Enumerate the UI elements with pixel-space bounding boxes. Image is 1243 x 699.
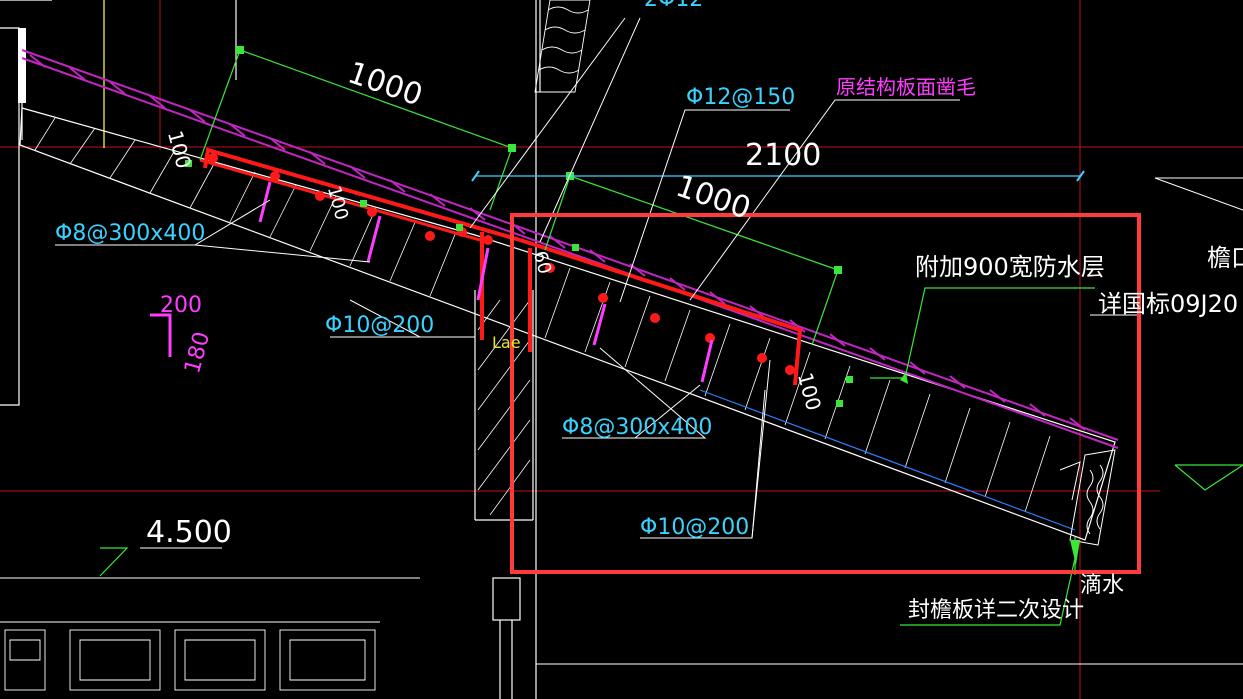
label-lae: Lae bbox=[492, 333, 521, 352]
label-dim-2100: 2100 bbox=[745, 138, 821, 173]
label-rebar-8-upper: Φ8@300x400 bbox=[55, 221, 205, 246]
label-waterproof: 附加900宽防水层 bbox=[915, 253, 1105, 281]
label-level: 4.500 bbox=[146, 515, 232, 550]
label-rebar-10-upper: Φ10@200 bbox=[325, 313, 434, 338]
label-fascia: 封檐板详二次设计 bbox=[908, 598, 1084, 623]
label-drip: 滴水 bbox=[1080, 573, 1124, 598]
label-dim-1000-upper: 1000 bbox=[343, 55, 427, 113]
cad-drawing: 2Φ12 1000 2100 1000 Φ12@150 原结构板面凿毛 Φ8@3… bbox=[0, 0, 1243, 699]
label-2phi12: 2Φ12 bbox=[644, 0, 703, 12]
label-eave-top: 檐口 bbox=[1207, 244, 1243, 272]
label-rebar-10-lower: Φ10@200 bbox=[640, 515, 749, 540]
label-rebar-8-lower: Φ8@300x400 bbox=[562, 415, 712, 440]
label-orig-slab: 原结构板面凿毛 bbox=[836, 75, 976, 99]
label-std-ref: 详国标09J20 bbox=[1098, 290, 1238, 318]
label-rebar-12-150: Φ12@150 bbox=[686, 85, 795, 110]
label-dim-200: 200 bbox=[160, 293, 202, 318]
label-dim-100-a: 100 bbox=[163, 128, 196, 171]
label-dim-100-c: 100 bbox=[793, 370, 826, 413]
wall-cap bbox=[18, 28, 26, 103]
right-slope bbox=[1154, 177, 1243, 211]
label-dim-1000-lower: 1000 bbox=[671, 169, 755, 227]
bottom-lattice bbox=[0, 577, 420, 691]
timber-block bbox=[534, 0, 591, 93]
roof-tiles bbox=[21, 49, 1119, 449]
label-dim-180: 180 bbox=[180, 329, 215, 376]
rebar-magenta bbox=[150, 181, 714, 383]
